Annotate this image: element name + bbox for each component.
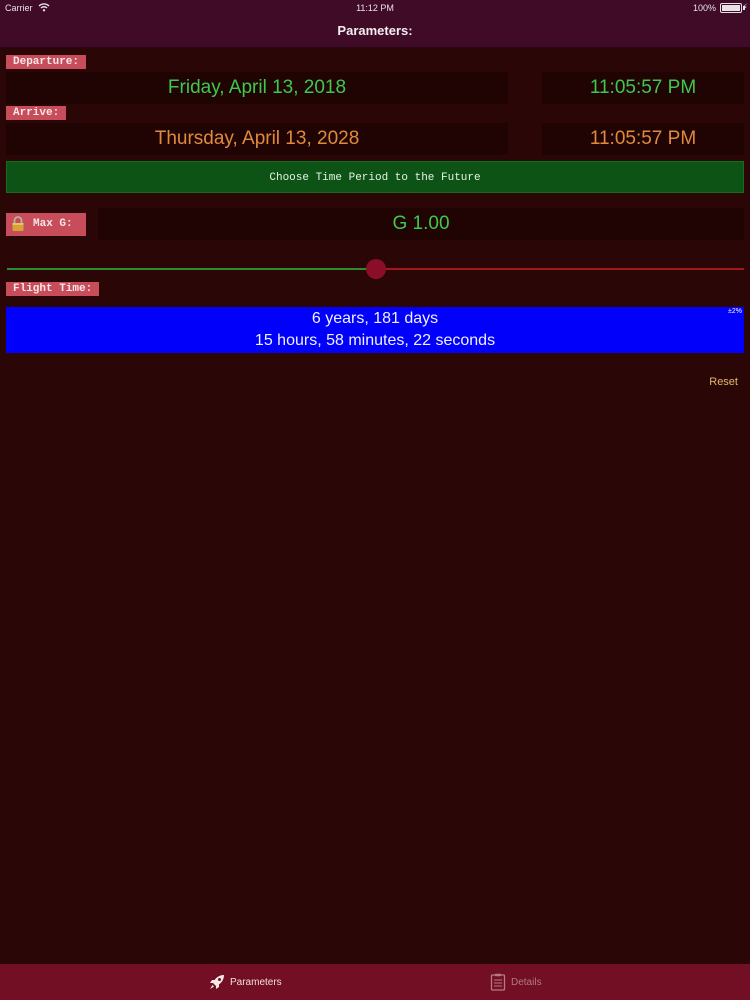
max-g-label: Max G: [33, 218, 73, 230]
status-bar: Carrier 11:12 PM 100% ⚡ [0, 0, 750, 16]
flight-time-display: 6 years, 181 days 15 hours, 58 minutes, … [6, 307, 744, 353]
max-g-lock-button[interactable]: Max G: [6, 213, 86, 236]
tab-details[interactable]: Details [489, 964, 569, 1000]
tab-details-label: Details [511, 977, 542, 988]
charging-icon: ⚡ [741, 2, 748, 12]
tab-parameters-label: Parameters [230, 977, 282, 988]
max-g-value: G 1.00 [98, 208, 744, 240]
departure-time-field[interactable]: 11:05:57 PM [542, 72, 744, 104]
arrive-label: Arrive: [6, 106, 67, 120]
flight-time-hms: 15 hours, 58 minutes, 22 seconds [254, 332, 496, 349]
page-title: Parameters: [337, 23, 413, 38]
tab-bar: Parameters Details [0, 964, 750, 1000]
choose-time-period-button[interactable]: Choose Time Period to the Future [6, 161, 744, 193]
battery-percent: 100% [692, 3, 716, 13]
reset-button[interactable]: Reset [709, 376, 738, 388]
departure-date-field[interactable]: Friday, April 13, 2018 [6, 72, 508, 104]
tab-parameters[interactable]: Parameters [208, 964, 308, 1000]
arrive-date-field[interactable]: Thursday, April 13, 2028 [6, 123, 508, 155]
nav-bar: Parameters: [0, 16, 750, 48]
document-icon [489, 973, 507, 991]
accuracy-badge: ±2% [728, 308, 742, 315]
arrive-time-field[interactable]: 11:05:57 PM [542, 123, 744, 155]
rocket-icon [208, 973, 226, 991]
slider-track-max [375, 268, 744, 270]
status-time: 11:12 PM [356, 3, 394, 13]
slider-thumb[interactable] [365, 259, 386, 279]
slider-track-min [7, 268, 376, 270]
battery-icon [720, 3, 745, 13]
flight-time-years-days: 6 years, 181 days [311, 310, 439, 327]
departure-label: Departure: [6, 55, 87, 69]
lock-icon [11, 216, 25, 232]
flight-time-label: Flight Time: [6, 282, 100, 296]
